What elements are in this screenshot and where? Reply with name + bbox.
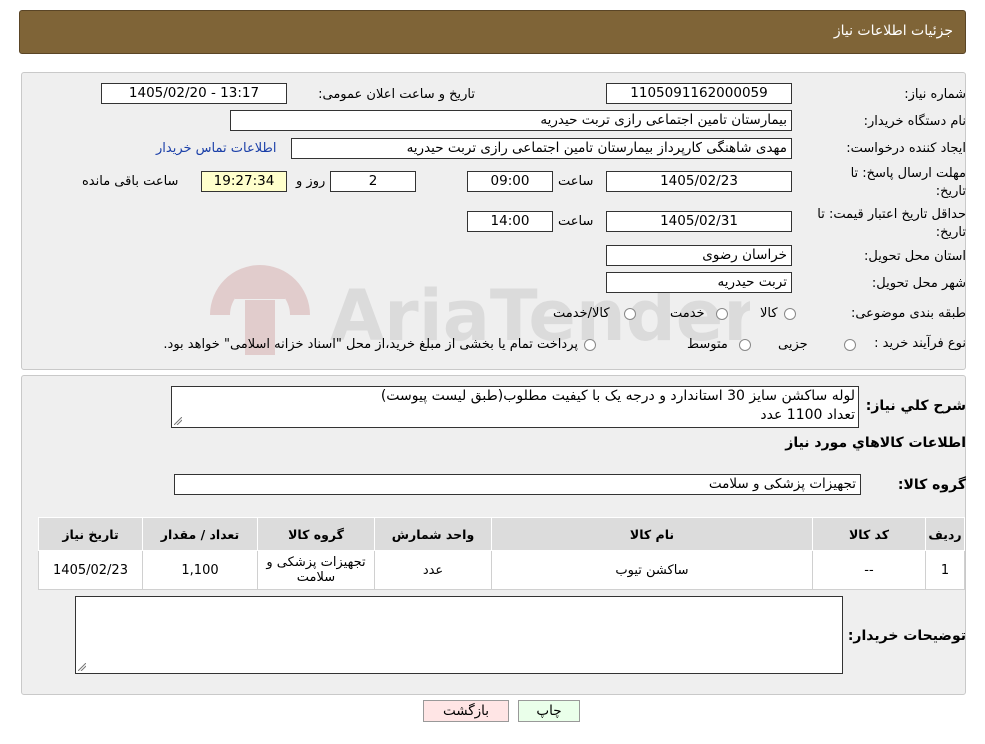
remaining-label: ساعت باقی مانده	[82, 174, 179, 189]
category-radio-goods[interactable]	[784, 308, 796, 320]
goods-info-title: اطلاعات کالاهاي مورد نياز	[785, 435, 966, 451]
validity-time-field: 14:00	[467, 211, 553, 232]
validity-date-field: 1405/02/31	[606, 211, 792, 232]
need-number-field: 1105091162000059	[606, 83, 792, 104]
days-label: روز و	[296, 174, 326, 189]
cell-name: ساکشن تیوب	[491, 550, 813, 590]
buyer-notes-box[interactable]	[75, 596, 843, 674]
category-radio-service[interactable]	[716, 308, 728, 320]
need-number-label: شماره نیاز:	[904, 87, 966, 102]
page-title: جزئیات اطلاعات نیاز	[833, 23, 953, 39]
back-button[interactable]: بازگشت	[423, 700, 509, 722]
remaining-time-field: 19:27:34	[201, 171, 287, 192]
days-field: 2	[330, 171, 416, 192]
category-option-goods: کالا	[760, 306, 778, 321]
resize-grip-icon[interactable]	[174, 417, 182, 425]
price-validity-label-2: تاریخ:	[935, 225, 966, 240]
reply-deadline-label: مهلت ارسال پاسخ: تا	[850, 166, 966, 181]
cell-code: --	[812, 550, 926, 590]
process-label: نوع فرآیند خرید :	[874, 336, 966, 351]
category-label: طبقه بندی موضوعی:	[850, 306, 966, 321]
price-validity-label: حداقل تاریخ اعتبار قیمت: تا	[817, 207, 966, 222]
goods-table: رديف کد کالا نام کالا واحد شمارش گروه کا…	[38, 517, 965, 590]
cell-row: 1	[925, 550, 965, 590]
page-header: جزئیات اطلاعات نیاز	[19, 10, 966, 54]
general-desc-line-2: تعداد 1100 عدد	[760, 407, 855, 423]
cell-quantity: 1,100	[142, 550, 258, 590]
print-button[interactable]: چاپ	[518, 700, 580, 722]
reply-deadline-label-2: تاریخ:	[935, 184, 966, 199]
col-unit: واحد شمارش	[374, 517, 492, 551]
city-label: شهر محل تحویل:	[871, 276, 966, 291]
col-code: کد کالا	[812, 517, 926, 551]
buyer-org-label: نام دستگاه خریدار:	[863, 114, 966, 129]
process-note: پرداخت تمام یا بخشی از مبلغ خرید،از محل …	[163, 337, 578, 352]
table-row: 1 -- ساکشن تیوب عدد تجهیزات پزشکی و سلام…	[38, 550, 965, 590]
category-option-service: خدمت	[670, 306, 705, 321]
col-quantity: تعداد / مقدار	[142, 517, 258, 551]
cell-unit: عدد	[374, 550, 492, 590]
cell-group: تجهیزات پزشکی و سلامت	[257, 550, 375, 590]
announce-datetime-field: 1405/02/20 - 13:17	[101, 83, 287, 104]
reply-date-field: 1405/02/23	[606, 171, 792, 192]
creator-field: مهدی شاهنگی کارپرداز بیمارستان تامین اجت…	[291, 138, 792, 159]
cell-date: 1405/02/23	[38, 550, 143, 590]
buyer-org-field: بیمارستان تامین اجتماعی رازی تربت حیدریه	[230, 110, 792, 131]
city-field: تربت حیدریه	[606, 272, 792, 293]
reply-time-label: ساعت	[558, 174, 594, 189]
col-row: رديف	[925, 517, 965, 551]
validity-time-label: ساعت	[558, 214, 594, 229]
resize-grip-icon[interactable]	[78, 663, 86, 671]
process-radio-medium[interactable]	[739, 339, 751, 351]
province-field: خراسان رضوی	[606, 245, 792, 266]
col-name: نام کالا	[491, 517, 813, 551]
general-desc-box: لوله ساکشن سایز 30 استاندارد و درجه یک ب…	[171, 386, 859, 428]
table-header-row: رديف کد کالا نام کالا واحد شمارش گروه کا…	[38, 517, 965, 551]
buyer-notes-label: توضیحات خریدار:	[847, 628, 966, 644]
announce-label: تاریخ و ساعت اعلان عمومی:	[318, 87, 475, 102]
process-radio-treasury[interactable]	[584, 339, 596, 351]
goods-group-label: گروه کالا:	[897, 477, 966, 493]
reply-time-field: 09:00	[467, 171, 553, 192]
general-desc-line-1: لوله ساکشن سایز 30 استاندارد و درجه یک ب…	[380, 388, 855, 404]
province-label: استان محل تحویل:	[864, 249, 966, 264]
category-radio-goods-service[interactable]	[624, 308, 636, 320]
general-desc-label: شرح کلي نياز:	[865, 398, 966, 414]
creator-label: ایجاد کننده درخواست:	[846, 141, 966, 156]
buyer-contact-link[interactable]: اطلاعات تماس خریدار	[156, 141, 276, 156]
col-group: گروه کالا	[257, 517, 375, 551]
col-date: تاریخ نیاز	[38, 517, 143, 551]
process-radio-minor[interactable]	[844, 339, 856, 351]
process-option-medium: متوسط	[687, 337, 728, 352]
process-option-minor: جزیی	[778, 337, 808, 352]
goods-group-field: تجهیزات پزشکی و سلامت	[174, 474, 861, 495]
category-option-goods-service: کالا/خدمت	[553, 306, 610, 321]
